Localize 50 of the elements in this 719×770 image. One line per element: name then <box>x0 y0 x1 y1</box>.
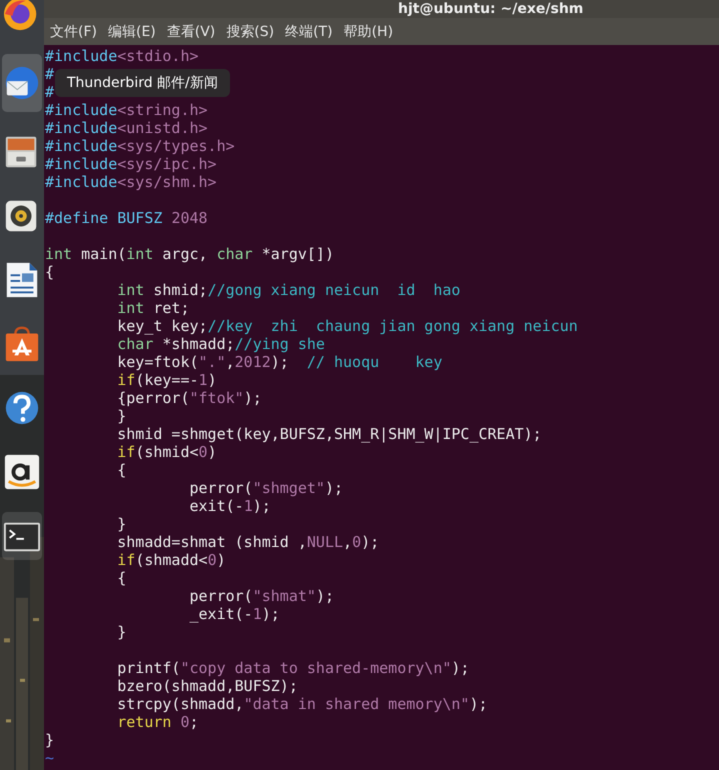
code-line: bzero(shmadd,BUFSZ); <box>116 677 298 695</box>
envelope-icon <box>3 64 41 102</box>
menu-item[interactable]: 查看(V) <box>166 22 216 40</box>
code-line: if(shmadd<0) <box>116 551 226 569</box>
code-line: shmadd=shmat (shmid ,NULL,0); <box>116 533 380 551</box>
code-line: {perror("ftok"); <box>116 389 262 407</box>
code-line: } <box>45 731 54 749</box>
code-line: } <box>116 407 126 425</box>
code-line: #include<stdio.h> <box>45 47 199 65</box>
letter-a-icon <box>3 453 41 491</box>
code-line: shmid =shmget(key,BUFSZ,SHM_R|SHM_W|IPC_CREAT); <box>116 425 542 443</box>
code-line: #include<unistd.h> <box>45 119 208 137</box>
code-line: #define BUFSZ 2048 <box>45 209 208 227</box>
code-line: _exit(-1); <box>188 605 280 623</box>
code-line: { <box>45 263 54 281</box>
code-line: # <box>45 65 54 83</box>
menu-item[interactable]: 搜索(S) <box>226 22 274 40</box>
code-line: char *shmadd;//ying she <box>116 335 325 353</box>
menu-item[interactable]: 编辑(E) <box>108 22 156 40</box>
shopping-bag-icon <box>3 325 41 363</box>
code-line: key_t key;//key zhi chaung jian gong xiang neicun <box>116 317 578 335</box>
code-line: int ret; <box>116 299 190 317</box>
code-line: int shmid;//gong xiang neicun id hao <box>116 281 460 299</box>
code-line: } <box>116 623 126 641</box>
code-line: int main(int argc, char *argv[]) <box>45 245 334 263</box>
code-line: # <box>45 83 54 101</box>
code-line: key=ftok(".",2012); // huoqu key <box>116 353 442 371</box>
code-line: strcpy(shmadd,"data in shared memory\n"); <box>116 695 488 713</box>
code-line: #include<sys/shm.h> <box>45 173 217 191</box>
code-line: #include<sys/ipc.h> <box>45 155 217 173</box>
menu-item[interactable]: 终端(T) <box>285 22 333 40</box>
code-line: printf("copy data to shared-memory\n"); <box>116 659 470 677</box>
code-line: { <box>116 461 126 479</box>
empty-line-marker: ~ <box>45 749 54 767</box>
code-line: #include<sys/types.h> <box>45 137 235 155</box>
code-line: if(shmid<0) <box>116 443 217 461</box>
code-line: perror("shmget"); <box>188 479 344 497</box>
code-line: { <box>116 569 126 587</box>
tooltip: Thunderbird 邮件/新闻 <box>55 69 230 97</box>
menu-item[interactable]: 文件(F) <box>50 22 97 40</box>
code-line: return 0; <box>116 713 199 731</box>
dock-item[interactable] <box>2 512 42 560</box>
code-line: exit(-1); <box>188 497 271 515</box>
code-line: if(key==-1) <box>116 371 217 389</box>
code-line: } <box>116 515 126 533</box>
window-title: hjt@ubuntu: ~/exe/shm <box>398 1 584 17</box>
help-icon <box>3 389 41 427</box>
code-line: #include<string.h> <box>45 101 208 119</box>
code-line: perror("shmat"); <box>188 587 334 605</box>
menu-item[interactable]: 帮助(H) <box>344 22 394 40</box>
